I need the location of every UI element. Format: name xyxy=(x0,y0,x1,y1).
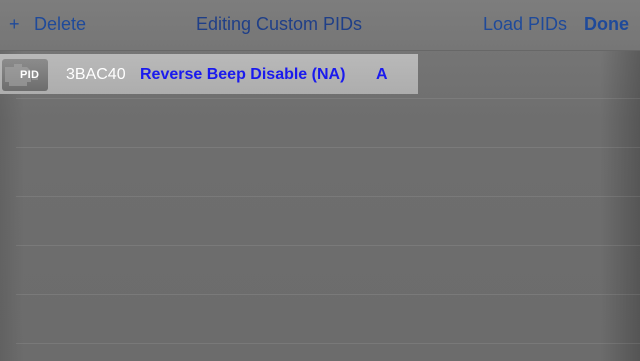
done-button[interactable]: Done xyxy=(584,14,629,35)
pid-row[interactable]: PID 3BAC40 Reverse Beep Disable (NA) A xyxy=(0,54,418,94)
custom-pids-screen: + Delete Editing Custom PIDs Load PIDs D… xyxy=(0,0,640,361)
row-separator xyxy=(16,294,640,295)
row-separator xyxy=(16,98,640,99)
row-separator xyxy=(16,147,640,148)
pid-name: Reverse Beep Disable (NA) xyxy=(140,66,346,83)
row-separator xyxy=(16,343,640,344)
delete-button[interactable]: Delete xyxy=(34,14,86,35)
page-title: Editing Custom PIDs xyxy=(196,14,363,34)
pid-list: PID 3BAC40 Reverse Beep Disable (NA) A xyxy=(0,51,640,361)
load-pids-button[interactable]: Load PIDs xyxy=(483,14,567,35)
add-button[interactable]: + xyxy=(9,14,20,35)
pid-badge-label: PID xyxy=(20,69,40,81)
pid-unit: A xyxy=(376,66,388,83)
row-separator xyxy=(16,245,640,246)
row-separator xyxy=(16,196,640,197)
pid-code: 3BAC40 xyxy=(66,66,126,83)
pid-badge-icon: PID xyxy=(2,59,48,91)
navigation-bar: + Delete Editing Custom PIDs Load PIDs D… xyxy=(0,0,640,51)
